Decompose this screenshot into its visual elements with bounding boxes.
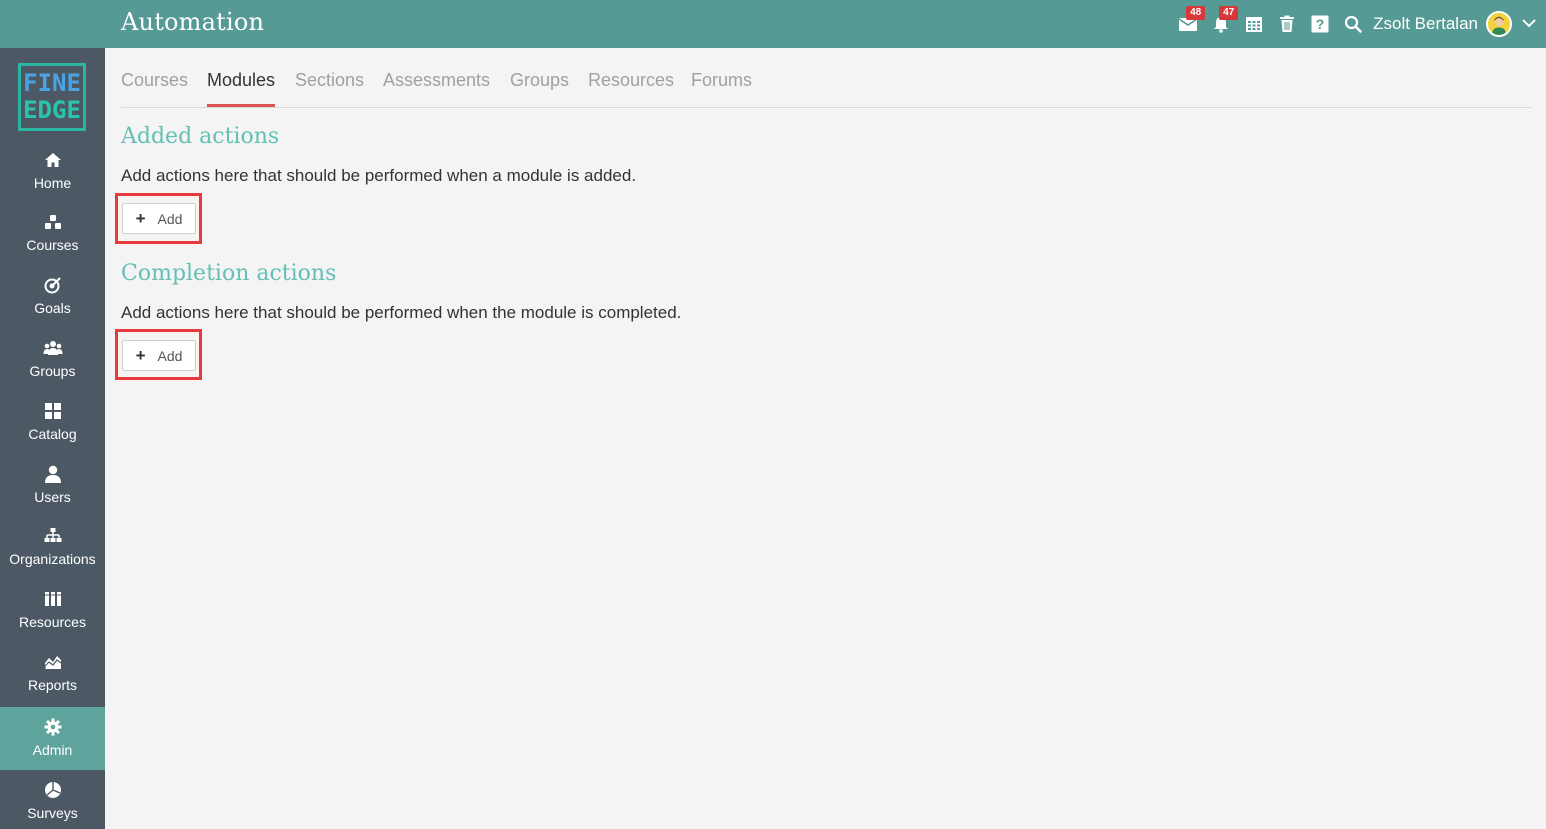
trash-button[interactable] xyxy=(1270,0,1303,48)
completion-actions-description: Add actions here that should be performe… xyxy=(121,303,682,322)
notifications-button[interactable]: 47 xyxy=(1204,0,1239,48)
top-bar: Automation 48 47 ? Zsolt Bertalan xyxy=(0,0,1546,48)
user-icon xyxy=(44,464,61,484)
sidebar-item-label: Organizations xyxy=(9,551,96,567)
tab-forums[interactable]: Forums xyxy=(691,70,752,107)
chevron-down-icon xyxy=(1522,15,1536,33)
pie-icon xyxy=(44,780,62,800)
gear-icon xyxy=(44,717,62,737)
svg-text:?: ? xyxy=(1315,16,1324,32)
help-button[interactable]: ? xyxy=(1303,0,1336,48)
messages-button[interactable]: 48 xyxy=(1171,0,1206,48)
courses-icon xyxy=(44,212,62,232)
sidebar-item-catalog[interactable]: Catalog xyxy=(0,391,105,454)
tab-sections[interactable]: Sections xyxy=(295,70,364,107)
sidebar-item-surveys[interactable]: Surveys xyxy=(0,770,105,829)
add-completion-action-button[interactable]: + Add xyxy=(122,340,196,371)
notifications-badge: 47 xyxy=(1219,6,1239,20)
sidebar-item-label: Resources xyxy=(19,614,86,630)
sidebar-item-organizations[interactable]: Organizations xyxy=(0,516,105,579)
add-button-label: Add xyxy=(157,347,183,364)
sidebar-item-label: Catalog xyxy=(28,426,77,442)
messages-badge: 48 xyxy=(1186,6,1206,20)
sidebar-item-admin[interactable]: Admin xyxy=(0,707,105,770)
tab-groups[interactable]: Groups xyxy=(510,70,569,107)
sidebar-item-resources[interactable]: Resources xyxy=(0,579,105,642)
add-button-label: Add xyxy=(157,210,183,227)
sidebar-item-reports[interactable]: Reports xyxy=(0,642,105,705)
sidebar-item-label: Admin xyxy=(32,742,73,758)
tab-resources[interactable]: Resources xyxy=(588,70,674,107)
sidebar-item-users[interactable]: Users xyxy=(0,454,105,517)
target-icon xyxy=(44,275,62,295)
sidebar-item-groups[interactable]: Groups xyxy=(0,328,105,391)
added-actions-title: Added actions xyxy=(121,124,280,149)
trash-icon xyxy=(1279,15,1295,33)
user-menu-toggle[interactable] xyxy=(1512,0,1546,48)
sidebar-item-label: Groups xyxy=(29,363,76,379)
sidebar-item-courses[interactable]: Courses xyxy=(0,202,105,265)
user-name[interactable]: Zsolt Bertalan xyxy=(1373,14,1478,34)
search-icon xyxy=(1344,15,1362,33)
search-button[interactable] xyxy=(1336,0,1369,48)
plus-icon: + xyxy=(135,345,146,365)
page-title: Automation xyxy=(121,8,265,36)
help-icon: ? xyxy=(1311,15,1329,33)
calendar-icon xyxy=(1245,15,1263,33)
top-icons: 48 47 ? Zsolt Bertalan xyxy=(1171,0,1546,48)
sidebar-item-label: Home xyxy=(33,175,72,191)
sidebar-item-goals[interactable]: Goals xyxy=(0,265,105,328)
sidebar-item-label: Reports xyxy=(27,677,78,693)
sidebar-item-home[interactable]: Home xyxy=(0,140,105,203)
groups-icon xyxy=(43,338,63,358)
sidebar-item-label: Surveys xyxy=(27,805,78,821)
sidebar-item-label: Users xyxy=(34,489,71,505)
books-icon xyxy=(44,589,62,609)
plus-icon: + xyxy=(135,208,146,228)
grid-icon xyxy=(44,401,61,421)
tab-modules[interactable]: Modules xyxy=(207,70,276,107)
sidebar-item-label: Courses xyxy=(26,237,79,253)
home-icon xyxy=(44,150,62,170)
added-actions-description: Add actions here that should be performe… xyxy=(121,166,637,185)
avatar[interactable] xyxy=(1486,11,1512,37)
org-chart-icon xyxy=(44,526,62,546)
tab-courses[interactable]: Courses xyxy=(121,70,188,107)
fineedge-logo[interactable]: FINE EDGE xyxy=(18,63,86,131)
tab-bar: Courses Modules Sections Assessments Gro… xyxy=(121,48,1531,108)
completion-actions-title: Completion actions xyxy=(121,261,337,286)
sidebar: FINE EDGE Home Courses Goals Groups Cata… xyxy=(0,48,105,829)
calendar-button[interactable] xyxy=(1237,0,1270,48)
sidebar-item-label: Goals xyxy=(34,300,71,316)
add-added-action-button[interactable]: + Add xyxy=(122,203,196,234)
chart-icon xyxy=(43,652,62,672)
tab-assessments[interactable]: Assessments xyxy=(383,70,490,107)
